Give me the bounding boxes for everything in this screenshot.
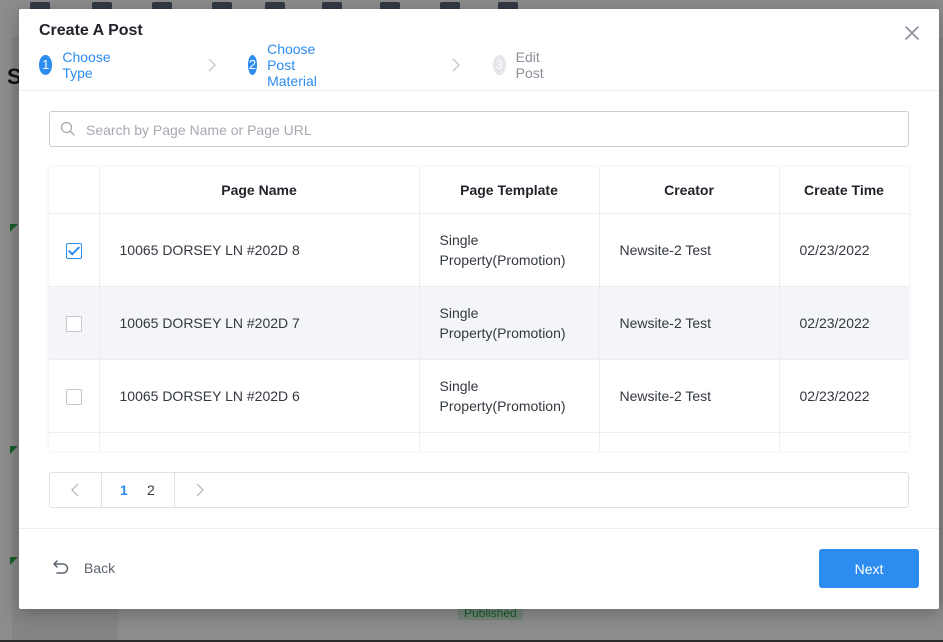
close-button[interactable] — [903, 24, 921, 42]
header-select — [49, 167, 100, 214]
step-number: 3 — [493, 55, 506, 75]
select-cell — [49, 213, 100, 287]
dialog-title: Create A Post — [39, 22, 143, 39]
divider — [19, 90, 939, 91]
table-row[interactable]: 10065 DORSEY LN #202D 7 Single Property(… — [49, 286, 909, 360]
page-template-cell: Single Property(Promotion) — [419, 286, 600, 360]
divider — [19, 528, 939, 529]
page-table: Page Name Page Template Creator Create T… — [49, 167, 909, 451]
create-time-cell — [779, 432, 909, 451]
page-name-cell: 10065 DORSEY LN #202D 8 — [99, 213, 420, 287]
page-name-cell: 10065 DORSEY LN #202D 6 — [99, 359, 420, 433]
template-line: Property(Promotion) — [439, 252, 566, 268]
prev-page-button[interactable] — [50, 473, 102, 507]
select-cell — [49, 286, 100, 360]
header-page-template[interactable]: Page Template — [419, 167, 600, 214]
creator-cell: Newsite-2 Test — [599, 286, 780, 360]
table-row[interactable]: 10065 DORSEY LN #202D 8 Single Property(… — [49, 213, 909, 287]
step-number: 2 — [248, 55, 258, 75]
back-label: Back — [84, 560, 116, 576]
page-template-cell: Single Property(Promotion) — [419, 213, 600, 287]
table-header-row: Page Name Page Template Creator Create T… — [49, 167, 909, 214]
create-time-cell: 02/23/2022 — [779, 359, 909, 433]
search-icon — [60, 121, 75, 141]
template-line: Single — [439, 378, 479, 394]
chevron-right-icon — [207, 58, 217, 72]
undo-arrow-icon — [52, 558, 70, 579]
template-line: Property(Promotion) — [439, 398, 566, 414]
close-icon — [903, 24, 921, 42]
chevron-right-icon — [451, 58, 461, 72]
back-button[interactable]: Back — [52, 557, 115, 579]
template-line: Property(Promotion) — [439, 325, 566, 341]
select-cell — [49, 432, 100, 451]
header-creator[interactable]: Creator — [599, 167, 780, 214]
table-row[interactable]: 10065 DORSEY LN #202D 6 Single Property(… — [49, 359, 909, 433]
create-time-cell: 02/23/2022 — [779, 286, 909, 360]
pagination: 1 2 — [49, 472, 909, 508]
step-choose-type: 1 Choose Type — [39, 49, 117, 81]
search-input[interactable] — [84, 112, 888, 148]
header-create-time[interactable]: Create Time — [779, 167, 909, 214]
template-line: Single — [440, 433, 579, 451]
page-number[interactable]: 2 — [147, 482, 155, 498]
select-cell — [49, 359, 100, 433]
creator-cell: Newsite-2 Test — [599, 213, 780, 287]
template-line: Single — [439, 305, 479, 321]
page-name-cell: 10065 DORSEY LN #202D 7 — [99, 286, 420, 360]
create-post-dialog: Create A Post 1 Choose Type 2 Choose Pos… — [19, 9, 939, 609]
row-checkbox[interactable] — [65, 243, 82, 260]
table-row[interactable]: Single — [49, 432, 909, 451]
create-time-cell: 02/23/2022 — [779, 213, 909, 287]
header-page-name[interactable]: Page Name — [99, 167, 420, 214]
creator-cell: Newsite-2 Test — [599, 359, 780, 433]
creator-cell — [599, 432, 780, 451]
step-label: Edit Post — [515, 49, 544, 81]
step-label: Choose Type — [62, 49, 111, 81]
step-label: Choose Post Material — [267, 41, 317, 89]
next-button[interactable]: Next — [819, 549, 919, 588]
next-page-button[interactable] — [174, 473, 225, 507]
template-line: Single — [439, 232, 479, 248]
page-name-cell — [99, 432, 420, 451]
row-checkbox[interactable] — [65, 316, 82, 333]
search-box — [49, 111, 909, 148]
row-checkbox[interactable] — [65, 389, 82, 406]
step-edit-post: 3 Edit Post — [493, 49, 551, 81]
page-template-cell: Single Property(Promotion) — [419, 359, 600, 433]
step-number: 1 — [39, 55, 53, 75]
step-choose-post-material: 2 Choose Post Material — [248, 41, 328, 89]
page-template-cell: Single — [419, 432, 600, 451]
page-number-current[interactable]: 1 — [120, 482, 128, 498]
